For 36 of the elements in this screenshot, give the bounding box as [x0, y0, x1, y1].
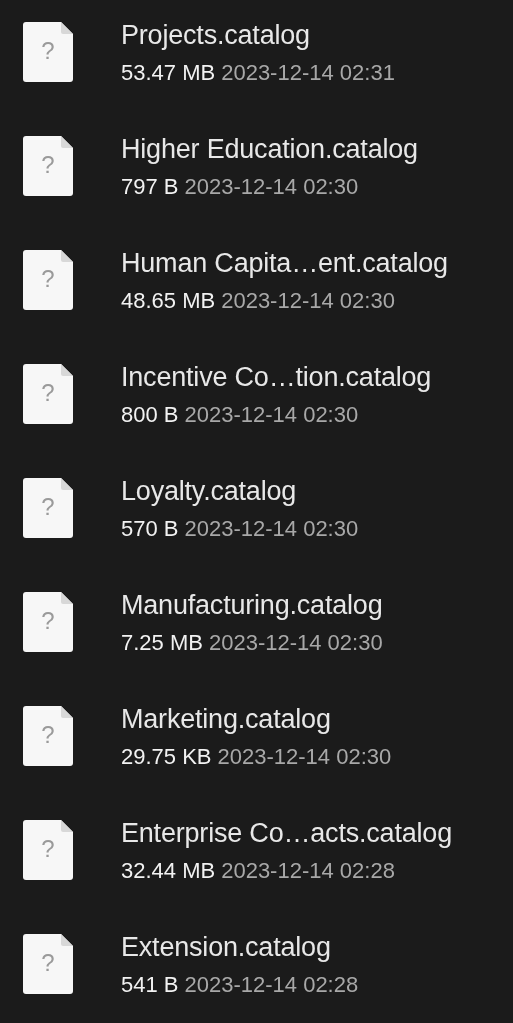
file-name[interactable]: Manufacturing.catalog [121, 588, 383, 622]
file-name[interactable]: Projects.catalog [121, 18, 395, 52]
modified-date: 2023-12-14 02:30 [208, 629, 383, 657]
modified-date: 2023-12-14 02:30 [184, 515, 359, 543]
file-name[interactable]: Incentive Co…tion.catalog [121, 360, 432, 394]
file-size: 800 B [121, 401, 179, 429]
file-name[interactable]: Loyalty.catalog [121, 474, 359, 508]
modified-date: 2023-12-14 02:31 [221, 59, 395, 87]
unknown-file-icon: ? [23, 136, 73, 196]
unknown-file-icon: ? [23, 478, 73, 538]
file-name[interactable]: Extension.catalog [121, 930, 359, 964]
file-name[interactable]: Enterprise Co…acts.catalog [121, 816, 452, 850]
modified-date: 2023-12-14 02:30 [217, 743, 392, 771]
file-size: 29.75 KB [121, 743, 212, 771]
modified-date: 2023-12-14 02:30 [184, 173, 359, 201]
unknown-file-icon: ? [23, 934, 73, 994]
file-size: 48.65 MB [121, 287, 216, 315]
file-size: 32.44 MB [121, 857, 216, 885]
modified-date: 2023-12-14 02:30 [184, 401, 359, 429]
unknown-file-icon: ? [23, 22, 73, 82]
unknown-file-icon: ? [23, 706, 73, 766]
unknown-file-icon: ? [23, 250, 73, 310]
modified-date: 2023-12-14 02:28 [221, 857, 395, 885]
file-name[interactable]: Higher Education.catalog [121, 132, 418, 166]
file-size: 53.47 MB [121, 59, 216, 87]
file-size: 797 B [121, 173, 179, 201]
file-size: 7.25 MB [121, 629, 203, 657]
unknown-file-icon: ? [23, 592, 73, 652]
file-name[interactable]: Marketing.catalog [121, 702, 392, 736]
file-size: 541 B [121, 971, 179, 999]
file-name[interactable]: Human Capita…ent.catalog [121, 246, 448, 280]
modified-date: 2023-12-14 02:30 [221, 287, 395, 315]
unknown-file-icon: ? [23, 820, 73, 880]
file-size: 570 B [121, 515, 179, 543]
modified-date: 2023-12-14 02:28 [184, 971, 359, 999]
unknown-file-icon: ? [23, 364, 73, 424]
